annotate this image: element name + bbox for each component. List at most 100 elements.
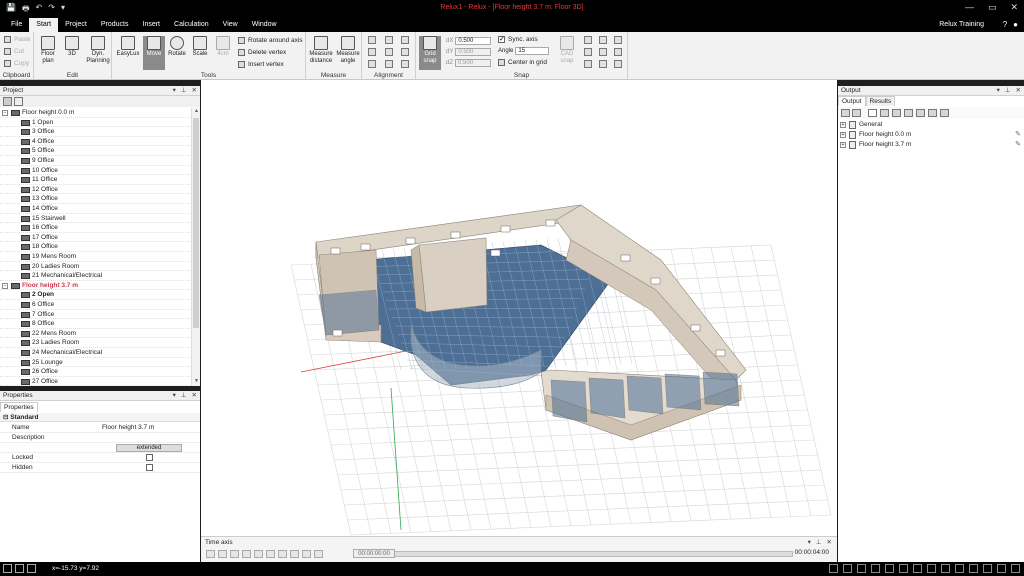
tab-view[interactable]: View (216, 18, 245, 32)
iso-view-icon[interactable] (955, 564, 964, 573)
dyn-planning-button[interactable]: Dyn. Planning (85, 36, 111, 65)
hidden-checkbox[interactable] (146, 464, 153, 471)
tree-room-item[interactable]: 14 Office (0, 204, 190, 214)
snap-perpendicular-icon[interactable] (599, 60, 607, 68)
last-frame-icon[interactable] (314, 550, 323, 558)
floor-plan-button[interactable]: Floor plan (37, 36, 59, 65)
align-right-icon[interactable] (401, 36, 409, 44)
distribute-horizontal-icon[interactable] (368, 60, 376, 68)
list-icon[interactable] (928, 109, 937, 117)
grid-toggle-icon[interactable] (15, 564, 24, 573)
locked-checkbox[interactable] (146, 454, 153, 461)
export-icon[interactable] (892, 109, 901, 117)
orbit-icon[interactable] (885, 564, 894, 573)
minimize-icon[interactable]: — (965, 2, 974, 13)
snap-tangent-icon[interactable] (614, 60, 622, 68)
tab-insert[interactable]: Insert (136, 18, 168, 32)
front-view-icon[interactable] (927, 564, 936, 573)
collapse-icon[interactable]: − (2, 110, 8, 116)
tab-file[interactable]: File (4, 18, 29, 32)
paste-button[interactable]: Paste (4, 36, 31, 43)
output-item-floor-3-7[interactable]: + Floor height 3.7 m ✎ (838, 140, 1024, 150)
tree-room-item[interactable]: 25 Lounge (0, 358, 190, 368)
print-preview-icon[interactable] (880, 109, 889, 117)
document-icon[interactable] (868, 109, 877, 117)
pin-icon[interactable]: ⊥ (816, 538, 822, 546)
tree-room-item[interactable]: 9 Office (0, 156, 190, 166)
section-standard[interactable]: ⊟ Standard (0, 413, 200, 422)
same-size-icon[interactable] (401, 60, 409, 68)
wireframe-icon[interactable] (997, 564, 1006, 573)
building-3d-view[interactable] (201, 80, 837, 536)
easylux-button[interactable]: EasyLux (115, 36, 141, 58)
expand-icon[interactable]: + (840, 142, 846, 148)
timeline-start[interactable]: 00:00:00:00 (353, 549, 395, 558)
edit-pencil-icon[interactable]: ✎ (1015, 130, 1021, 140)
remove-keyframe-icon[interactable] (218, 550, 227, 558)
tab-output[interactable]: Output (838, 96, 866, 106)
sync-axis-check[interactable] (498, 35, 505, 43)
tab-project[interactable]: Project (58, 18, 94, 32)
snap-center-icon[interactable] (584, 48, 592, 56)
expand-icon[interactable]: + (840, 122, 846, 128)
tree-floor-item[interactable]: − Floor height 0.0 m (0, 108, 190, 118)
rotate-around-axis-button[interactable]: Rotate around axis (238, 37, 303, 44)
measure-distance-button[interactable]: Measure distance (308, 36, 334, 65)
tab-properties[interactable]: Properties (0, 402, 38, 412)
tree-icon[interactable] (940, 109, 949, 117)
insert-vertex-button[interactable]: Insert vertex (238, 61, 284, 68)
tree-room-item[interactable]: 20 Ladies Room (0, 262, 190, 272)
snap-edge-icon[interactable] (614, 36, 622, 44)
snap-cross-icon[interactable] (584, 60, 592, 68)
help-icon[interactable]: ? (1003, 20, 1007, 29)
quick-measure-button[interactable]: 4cm (212, 36, 234, 58)
tab-calculation[interactable]: Calculation (167, 18, 216, 32)
3d-viewport[interactable] (201, 80, 837, 536)
tree-room-item[interactable]: 1 Open (0, 118, 190, 128)
top-view-icon[interactable] (913, 564, 922, 573)
cut-button[interactable]: Cut (4, 48, 24, 55)
dropdown-icon[interactable]: ▾ (808, 538, 811, 546)
project-scrollbar[interactable]: ▲ ▼ (191, 108, 200, 386)
first-frame-icon[interactable] (230, 550, 239, 558)
previous-frame-icon[interactable] (242, 550, 251, 558)
walk-icon[interactable] (899, 564, 908, 573)
scroll-thumb[interactable] (193, 118, 199, 328)
tree-room-item[interactable]: 2 Open (0, 290, 190, 300)
shade-icon[interactable] (1011, 564, 1020, 573)
close-panel-icon[interactable]: ✕ (192, 391, 197, 401)
tree-room-item[interactable]: 3 Office (0, 127, 190, 137)
edit-pencil-icon[interactable]: ✎ (1015, 140, 1021, 150)
step-back-icon[interactable] (254, 550, 263, 558)
step-forward-icon[interactable] (290, 550, 299, 558)
dx-field[interactable]: dX 0.500 (446, 37, 492, 45)
grid-snap-button[interactable]: Grid snap (419, 36, 441, 70)
angle-field[interactable]: Angle 15 (498, 47, 550, 55)
snap-point-icon[interactable] (584, 36, 592, 44)
tree-room-item[interactable]: 23 Ladies Room (0, 338, 190, 348)
scroll-down-icon[interactable]: ▼ (192, 378, 201, 386)
measure-angle-button[interactable]: Measure angle (335, 36, 361, 65)
tree-room-item[interactable]: 7 Office (0, 310, 190, 320)
tab-results[interactable]: Results (865, 96, 896, 106)
zoom-extents-icon[interactable] (871, 564, 880, 573)
align-middle-icon[interactable] (385, 48, 393, 56)
expand-icon[interactable]: + (840, 132, 846, 138)
delete-vertex-button[interactable]: Delete vertex (238, 49, 286, 56)
zoom-window-icon[interactable] (857, 564, 866, 573)
dropdown-icon[interactable]: ▾ (173, 86, 176, 96)
move-button[interactable]: Move (143, 36, 165, 70)
rotate-button[interactable]: Rotate (166, 36, 188, 58)
align-left-icon[interactable] (368, 36, 376, 44)
tree-room-item[interactable]: 21 Mechanical/Electrical (0, 271, 190, 281)
output-item-general[interactable]: + General (838, 120, 1024, 130)
tab-products[interactable]: Products (94, 18, 136, 32)
align-top-icon[interactable] (368, 48, 376, 56)
cad-snap-button[interactable]: CAD snap (556, 36, 578, 65)
timeline-slider[interactable] (353, 551, 793, 557)
layers-icon[interactable] (852, 109, 861, 117)
tree-room-item[interactable]: 13 Office (0, 194, 190, 204)
user-name[interactable]: Relux Training (939, 21, 984, 28)
close-panel-icon[interactable]: ✕ (192, 86, 197, 96)
tree-room-item[interactable]: 26 Office (0, 367, 190, 377)
